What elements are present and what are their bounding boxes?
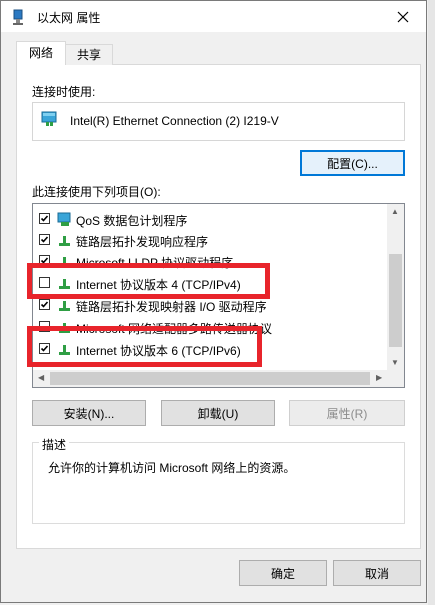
background-window <box>428 0 435 605</box>
title-bar: 以太网 属性 <box>1 1 426 32</box>
network-adapter-icon <box>11 9 25 25</box>
configure-button[interactable]: 配置(C)... <box>300 150 405 176</box>
horizontal-scrollbar[interactable]: ◀ ▶ <box>33 370 389 387</box>
items-label: 此连接使用下列项目(O): <box>32 185 161 199</box>
service-icon <box>57 212 73 227</box>
vertical-scrollbar[interactable]: ▲ ▼ <box>387 204 404 372</box>
scroll-thumb[interactable] <box>50 372 370 385</box>
list-item[interactable]: QoS 数据包计划程序 <box>33 209 386 230</box>
highlight-box-ipv4 <box>27 263 270 299</box>
adapter-field: Intel(R) Ethernet Connection (2) I219-V <box>32 102 405 141</box>
description-text: 允许你的计算机访问 Microsoft 网络上的资源。 <box>48 461 296 475</box>
properties-dialog: 以太网 属性 网络 共享 连接时使用: Intel(R) Ethernet Co… <box>0 0 427 603</box>
protocol-icon <box>57 298 73 313</box>
scroll-right-icon[interactable]: ▶ <box>376 374 382 382</box>
scroll-up-icon[interactable]: ▲ <box>391 208 399 216</box>
checkbox-lltd-mapper[interactable] <box>39 299 50 310</box>
highlight-box-ipv6 <box>27 326 262 367</box>
item-label: 链路层拓扑发现映射器 I/O 驱动程序 <box>76 300 267 314</box>
window-title: 以太网 属性 <box>37 11 101 25</box>
checkbox-qos[interactable] <box>39 213 50 224</box>
network-card-icon <box>41 111 59 127</box>
connect-using-label: 连接时使用: <box>32 85 96 99</box>
scroll-down-icon[interactable]: ▼ <box>391 359 399 367</box>
scroll-left-icon[interactable]: ◀ <box>38 374 44 382</box>
item-label: QoS 数据包计划程序 <box>76 214 188 228</box>
item-label: 链路层拓扑发现响应程序 <box>76 235 209 249</box>
close-button[interactable] <box>380 1 426 32</box>
uninstall-button[interactable]: 卸载(U) <box>161 400 275 426</box>
adapter-name: Intel(R) Ethernet Connection (2) I219-V <box>70 114 279 128</box>
protocol-icon <box>57 233 73 248</box>
description-legend: 描述 <box>39 436 70 453</box>
scroll-thumb[interactable] <box>389 254 402 347</box>
ok-button[interactable]: 确定 <box>239 560 327 586</box>
scroll-corner <box>387 370 404 387</box>
description-group <box>32 442 405 524</box>
tab-network[interactable]: 网络 <box>16 41 66 65</box>
cancel-button[interactable]: 取消 <box>333 560 421 586</box>
tab-sharing[interactable]: 共享 <box>65 44 113 65</box>
close-icon <box>397 11 409 22</box>
properties-button[interactable]: 属性(R) <box>289 400 405 426</box>
install-button[interactable]: 安装(N)... <box>32 400 146 426</box>
list-item[interactable]: 链路层拓扑发现响应程序 <box>33 230 386 251</box>
checkbox-lltd-responder[interactable] <box>39 234 50 245</box>
